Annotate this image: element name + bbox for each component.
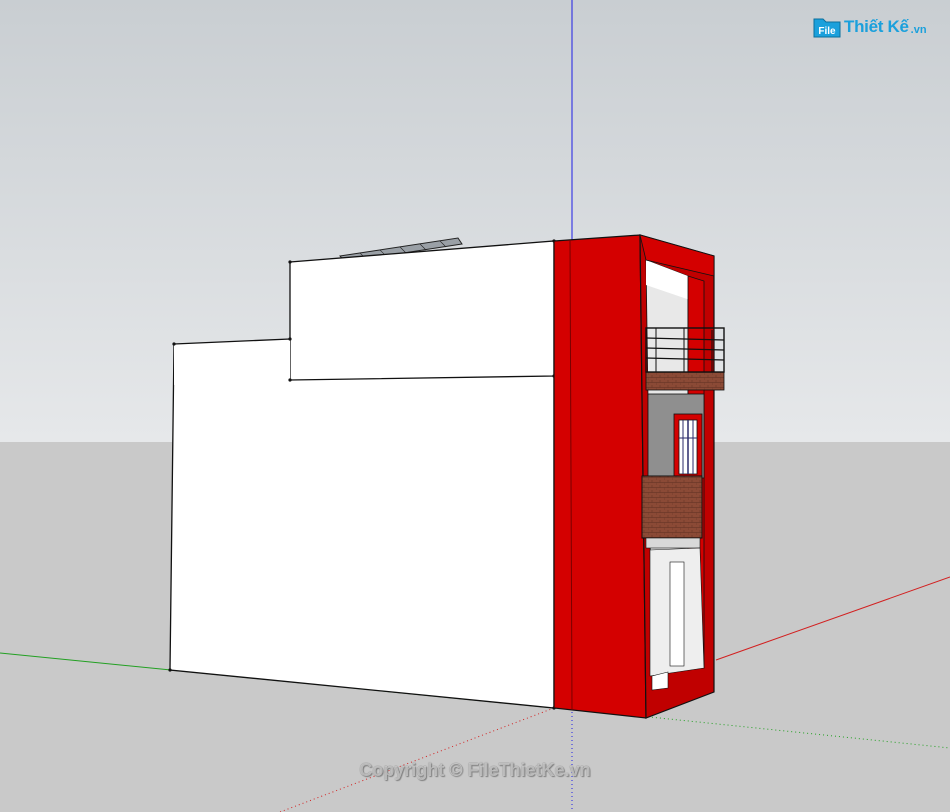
logo-brand-text: File <box>818 26 836 37</box>
upper-back-wall <box>289 240 555 381</box>
step-wall <box>174 339 290 385</box>
copyright-watermark: Copyright © FileThietKe.vn <box>359 760 591 780</box>
lower-back-wall <box>169 343 555 709</box>
logo-name: Thiết Kế <box>844 17 909 36</box>
red-side-wall <box>553 234 647 719</box>
middle-floor <box>647 393 705 479</box>
site-logo[interactable]: File Thiết Kế .vn <box>812 12 927 42</box>
file-folder-icon: File <box>812 14 842 40</box>
logo-tld: .vn <box>910 23 927 36</box>
lower-balcony <box>641 475 703 549</box>
sketchup-viewport[interactable]: File Thiết Kế .vn Copyright © FileThietK… <box>0 0 950 812</box>
ground-floor <box>649 547 705 691</box>
model-scene[interactable] <box>0 0 950 812</box>
